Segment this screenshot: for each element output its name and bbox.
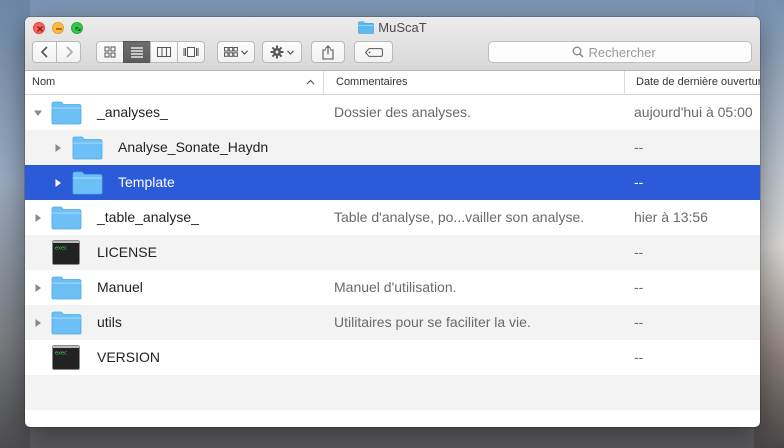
search-icon	[572, 46, 584, 58]
gallery-view-button[interactable]	[177, 41, 205, 63]
disclosure-collapsed-icon[interactable]	[33, 213, 43, 223]
chevron-left-icon	[40, 46, 48, 58]
finder-window: MuScaT Rechercher Nom Commentaires Date …	[25, 17, 760, 427]
share-button[interactable]	[311, 41, 345, 63]
icon-view-button[interactable]	[96, 41, 124, 63]
exec-label: exec	[55, 246, 67, 252]
empty-row	[25, 375, 760, 410]
sort-ascending-icon	[306, 79, 315, 85]
disclosure-collapsed-icon[interactable]	[53, 178, 63, 188]
file-date: --	[634, 279, 644, 295]
file-name: _table_analyse_	[97, 209, 199, 225]
grid-icon	[104, 46, 116, 58]
column-header-comments-label: Commentaires	[336, 76, 408, 88]
nav-buttons	[32, 41, 81, 63]
gallery-icon	[183, 47, 199, 57]
folder-icon	[51, 101, 82, 125]
terminal-executable-icon: exec	[52, 345, 80, 370]
file-date: --	[634, 174, 644, 190]
file-name: Manuel	[97, 279, 143, 295]
chevron-right-icon	[65, 46, 73, 58]
columns-icon	[157, 47, 171, 57]
file-name: Template	[118, 174, 175, 190]
arrange-button[interactable]	[217, 41, 255, 63]
folder-icon	[51, 311, 82, 335]
file-row[interactable]: _analyses_ Dossier des analyses. aujourd…	[25, 95, 760, 130]
file-date: hier à 13:56	[634, 209, 708, 225]
column-header-name[interactable]: Nom	[25, 71, 324, 94]
file-comment: Utilitaires pour se faciliter la vie.	[334, 314, 531, 330]
column-header: Nom Commentaires Date de dernière ouvert…	[25, 71, 760, 95]
folder-icon	[358, 21, 375, 38]
exec-label: exec	[55, 351, 67, 357]
file-row[interactable]: exec LICENSE --	[25, 235, 760, 270]
file-date: --	[634, 244, 644, 260]
folder-icon	[51, 276, 82, 300]
file-name: Analyse_Sonate_Haydn	[118, 139, 269, 155]
column-header-comments[interactable]: Commentaires	[324, 71, 625, 94]
file-date: --	[634, 139, 644, 155]
terminal-executable-icon: exec	[52, 240, 80, 265]
file-comment: Manuel d'utilisation.	[334, 279, 457, 295]
folder-icon	[72, 136, 103, 160]
file-row[interactable]: Analyse_Sonate_Haydn --	[25, 130, 760, 165]
back-button[interactable]	[32, 41, 57, 63]
folder-icon	[72, 171, 103, 195]
file-row-selected[interactable]: Template --	[25, 165, 760, 200]
file-row[interactable]: exec VERSION --	[25, 340, 760, 375]
file-date: aujourd'hui à 05:00	[634, 104, 753, 120]
action-button[interactable]	[262, 41, 302, 63]
column-header-date-label: Date de dernière ouverture	[636, 76, 760, 88]
window-title-text: MuScaT	[378, 20, 427, 35]
view-mode-segment	[96, 41, 205, 63]
tag-icon	[364, 47, 383, 57]
file-row[interactable]: _table_analyse_ Table d'analyse, po...va…	[25, 200, 760, 235]
file-name: VERSION	[97, 349, 161, 365]
file-row[interactable]: Manuel Manuel d'utilisation. --	[25, 270, 760, 305]
window-title: MuScaT	[25, 20, 760, 38]
disclosure-collapsed-icon[interactable]	[33, 318, 43, 328]
search-input[interactable]	[588, 44, 669, 60]
column-header-date[interactable]: Date de dernière ouverture	[625, 71, 760, 94]
file-date: --	[634, 314, 644, 330]
file-name: LICENSE	[97, 244, 157, 260]
chevron-down-icon	[287, 49, 294, 55]
file-date: --	[634, 349, 644, 365]
disclosure-collapsed-icon[interactable]	[53, 143, 63, 153]
column-header-name-label: Nom	[32, 76, 56, 88]
list-icon	[131, 47, 143, 58]
toolbar: MuScaT	[25, 17, 760, 71]
forward-button[interactable]	[56, 41, 81, 63]
arrange-grid-icon	[224, 47, 238, 57]
file-comment: Table d'analyse, po...vailler son analys…	[334, 209, 585, 225]
share-icon	[322, 44, 334, 60]
search-field[interactable]	[488, 41, 752, 63]
disclosure-expanded-icon[interactable]	[33, 108, 43, 118]
folder-icon	[51, 206, 82, 230]
file-name: _analyses_	[97, 104, 168, 120]
file-comment: Dossier des analyses.	[334, 104, 471, 120]
tag-button[interactable]	[354, 41, 393, 63]
file-list: _analyses_ Dossier des analyses. aujourd…	[25, 95, 760, 410]
disclosure-collapsed-icon[interactable]	[33, 283, 43, 293]
file-name: utils	[97, 314, 122, 330]
chevron-down-icon	[241, 49, 248, 55]
list-view-button[interactable]	[123, 41, 151, 63]
file-row[interactable]: utils Utilitaires pour se faciliter la v…	[25, 305, 760, 340]
column-view-button[interactable]	[150, 41, 178, 63]
gear-icon	[270, 45, 284, 59]
